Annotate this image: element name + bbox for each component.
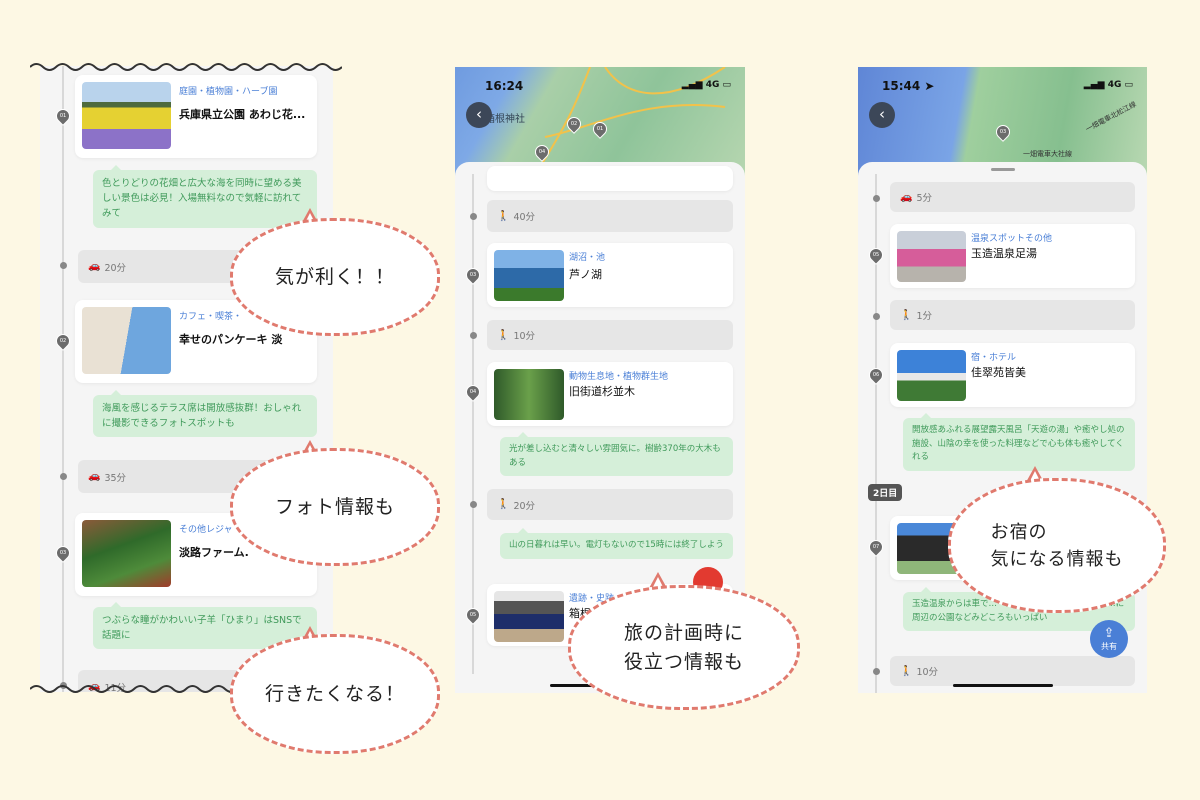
map-pin-icon: 01 xyxy=(53,106,73,126)
timeline-dot xyxy=(470,213,477,220)
spot-category: 宿・ホテル xyxy=(971,353,1017,363)
timeline-dot xyxy=(60,262,67,269)
spot-title: 佳翠苑皆美 xyxy=(971,366,1026,379)
spot-image xyxy=(897,231,966,282)
spot-title: 兵庫県立公園 あわじ花... xyxy=(179,108,306,121)
speech-bubble: 気が利く！！ xyxy=(230,218,440,336)
spot-note: 山の日暮れは早い。電灯もないので15時には終了しよう xyxy=(500,528,733,559)
spot-category: 動物生息地・植物群生地 xyxy=(569,372,669,382)
walk-icon: 🚶 xyxy=(900,309,913,321)
spot-image xyxy=(494,369,564,420)
share-icon: ⇪ xyxy=(1103,626,1115,641)
timeline-line xyxy=(62,66,64,692)
back-button[interactable]: ‹ xyxy=(466,102,492,128)
status-signal: ▂▄▆ 4G ▭ xyxy=(1083,80,1133,90)
spot-title: 芦ノ湖 xyxy=(569,268,602,281)
walk-icon: 🚶 xyxy=(900,665,913,677)
spot-image xyxy=(82,520,171,587)
location-arrow-icon: ➤ xyxy=(924,79,935,93)
timeline-dot xyxy=(873,313,880,320)
spot-image xyxy=(494,591,564,642)
spot-card-partial[interactable] xyxy=(487,166,733,191)
back-button[interactable]: ‹ xyxy=(869,102,895,128)
spot-title: 幸せのパンケーキ 淡 xyxy=(179,333,283,346)
spot-category: 温泉スポットその他 xyxy=(971,234,1053,244)
transit-row: 🚶 1分 xyxy=(890,300,1135,330)
map-pin-icon: 04 xyxy=(463,382,483,402)
spot-note: 光が差し込むと清々しい雰囲気に。樹齢370年の大木もある xyxy=(500,431,733,477)
map-label: 一畑電車北松江線 xyxy=(1084,100,1138,134)
map-pin-icon: 03 xyxy=(53,543,73,563)
transit-row: 🚶 10分 xyxy=(487,320,733,350)
timeline-dot xyxy=(873,668,880,675)
spot-image xyxy=(82,82,171,149)
transit-row: 🚶 10分 xyxy=(890,656,1135,686)
left-screenshot: 庭園・植物園・ハーブ園 兵庫県立公園 あわじ花... 01 色とりどりの花畑と広… xyxy=(40,66,333,692)
spot-card[interactable]: 湖沼・池 芦ノ湖 xyxy=(487,243,733,307)
walk-icon: 🚶 xyxy=(497,499,510,510)
map-pin-icon: 03 xyxy=(463,265,483,285)
spot-card[interactable]: 庭園・植物園・ハーブ園 兵庫県立公園 あわじ花... xyxy=(75,75,317,158)
spot-title: 淡路ファーム. xyxy=(179,546,249,559)
walk-icon: 🚶 xyxy=(497,329,510,341)
timeline-dot xyxy=(873,195,880,202)
speech-bubble: フォト情報も xyxy=(230,448,440,566)
spot-card[interactable]: 宿・ホテル 佳翠苑皆美 xyxy=(890,343,1135,407)
spot-note: 色とりどりの花畑と広大な海を同時に望める美しい景色は必見！入場無料なので気軽に訪… xyxy=(93,165,317,228)
map-pin-icon: 06 xyxy=(866,365,886,385)
spot-image xyxy=(494,250,564,301)
map-pin-icon: 07 xyxy=(866,537,886,557)
map-pin-icon: 05 xyxy=(463,605,483,625)
spot-card[interactable]: 温泉スポットその他 玉造温泉足湯 xyxy=(890,224,1135,288)
map-pin-icon: 02 xyxy=(53,331,73,351)
map-pin-icon[interactable]: 03 xyxy=(993,122,1013,142)
itinerary-sheet[interactable]: 🚗 5分 温泉スポットその他 玉造温泉足湯 05 🚶 1分 宿・ホテル 佳翠苑皆美 … xyxy=(858,162,1147,693)
car-icon: 🚗 xyxy=(88,261,101,272)
transit-row: 🚶 20分 xyxy=(487,489,733,520)
speech-bubble: 旅の計画時に 役立つ情報も xyxy=(568,585,800,710)
spot-title: 玉造温泉足湯 xyxy=(971,247,1037,260)
sheet-handle[interactable] xyxy=(990,168,1015,171)
map-pin-icon: 05 xyxy=(866,245,886,265)
status-signal: ▂▄▆ 4G ▭ xyxy=(681,80,731,90)
map-label: 一畑電車大社線 xyxy=(1023,150,1072,158)
spot-category: 湖沼・池 xyxy=(569,253,606,263)
day-badge: 2日目 xyxy=(868,484,903,501)
timeline-dot xyxy=(470,332,477,339)
spot-note: 海風を感じるテラス席は開放感抜群！おしゃれに撮影できるフォトスポットも xyxy=(93,389,317,438)
spot-image xyxy=(897,350,966,401)
spot-category: その他レジャ xyxy=(179,525,233,535)
status-time: 16:24 xyxy=(485,79,524,93)
home-indicator xyxy=(952,684,1053,687)
speech-bubble: お宿の 気になる情報も xyxy=(948,478,1166,613)
timeline-dot xyxy=(470,501,477,508)
spot-image xyxy=(82,307,171,374)
timeline-dot xyxy=(60,473,67,480)
spot-note: 開放感あふれる展望露天風呂「天遊の湯」や癒やし処の施設、山陰の幸を使った料理など… xyxy=(903,413,1135,471)
spot-title: 旧街道杉並木 xyxy=(569,385,635,398)
spot-category: 庭園・植物園・ハーブ園 xyxy=(179,87,278,97)
car-icon: 🚗 xyxy=(88,471,101,482)
wavy-edge-top xyxy=(30,63,342,71)
spot-card[interactable]: 動物生息地・植物群生地 旧街道杉並木 xyxy=(487,362,733,426)
status-time: 15:44 ➤ xyxy=(882,79,935,93)
walk-icon: 🚶 xyxy=(497,210,510,222)
spot-category: カフェ・喫茶・ xyxy=(179,312,243,322)
speech-bubble: 行きたくなる！ xyxy=(230,634,440,754)
transit-row: 🚶 40分 xyxy=(487,200,733,232)
transit-row: 🚗 5分 xyxy=(890,182,1135,212)
car-icon: 🚗 xyxy=(900,191,913,203)
share-button[interactable]: ⇪ 共有 xyxy=(1090,620,1128,658)
